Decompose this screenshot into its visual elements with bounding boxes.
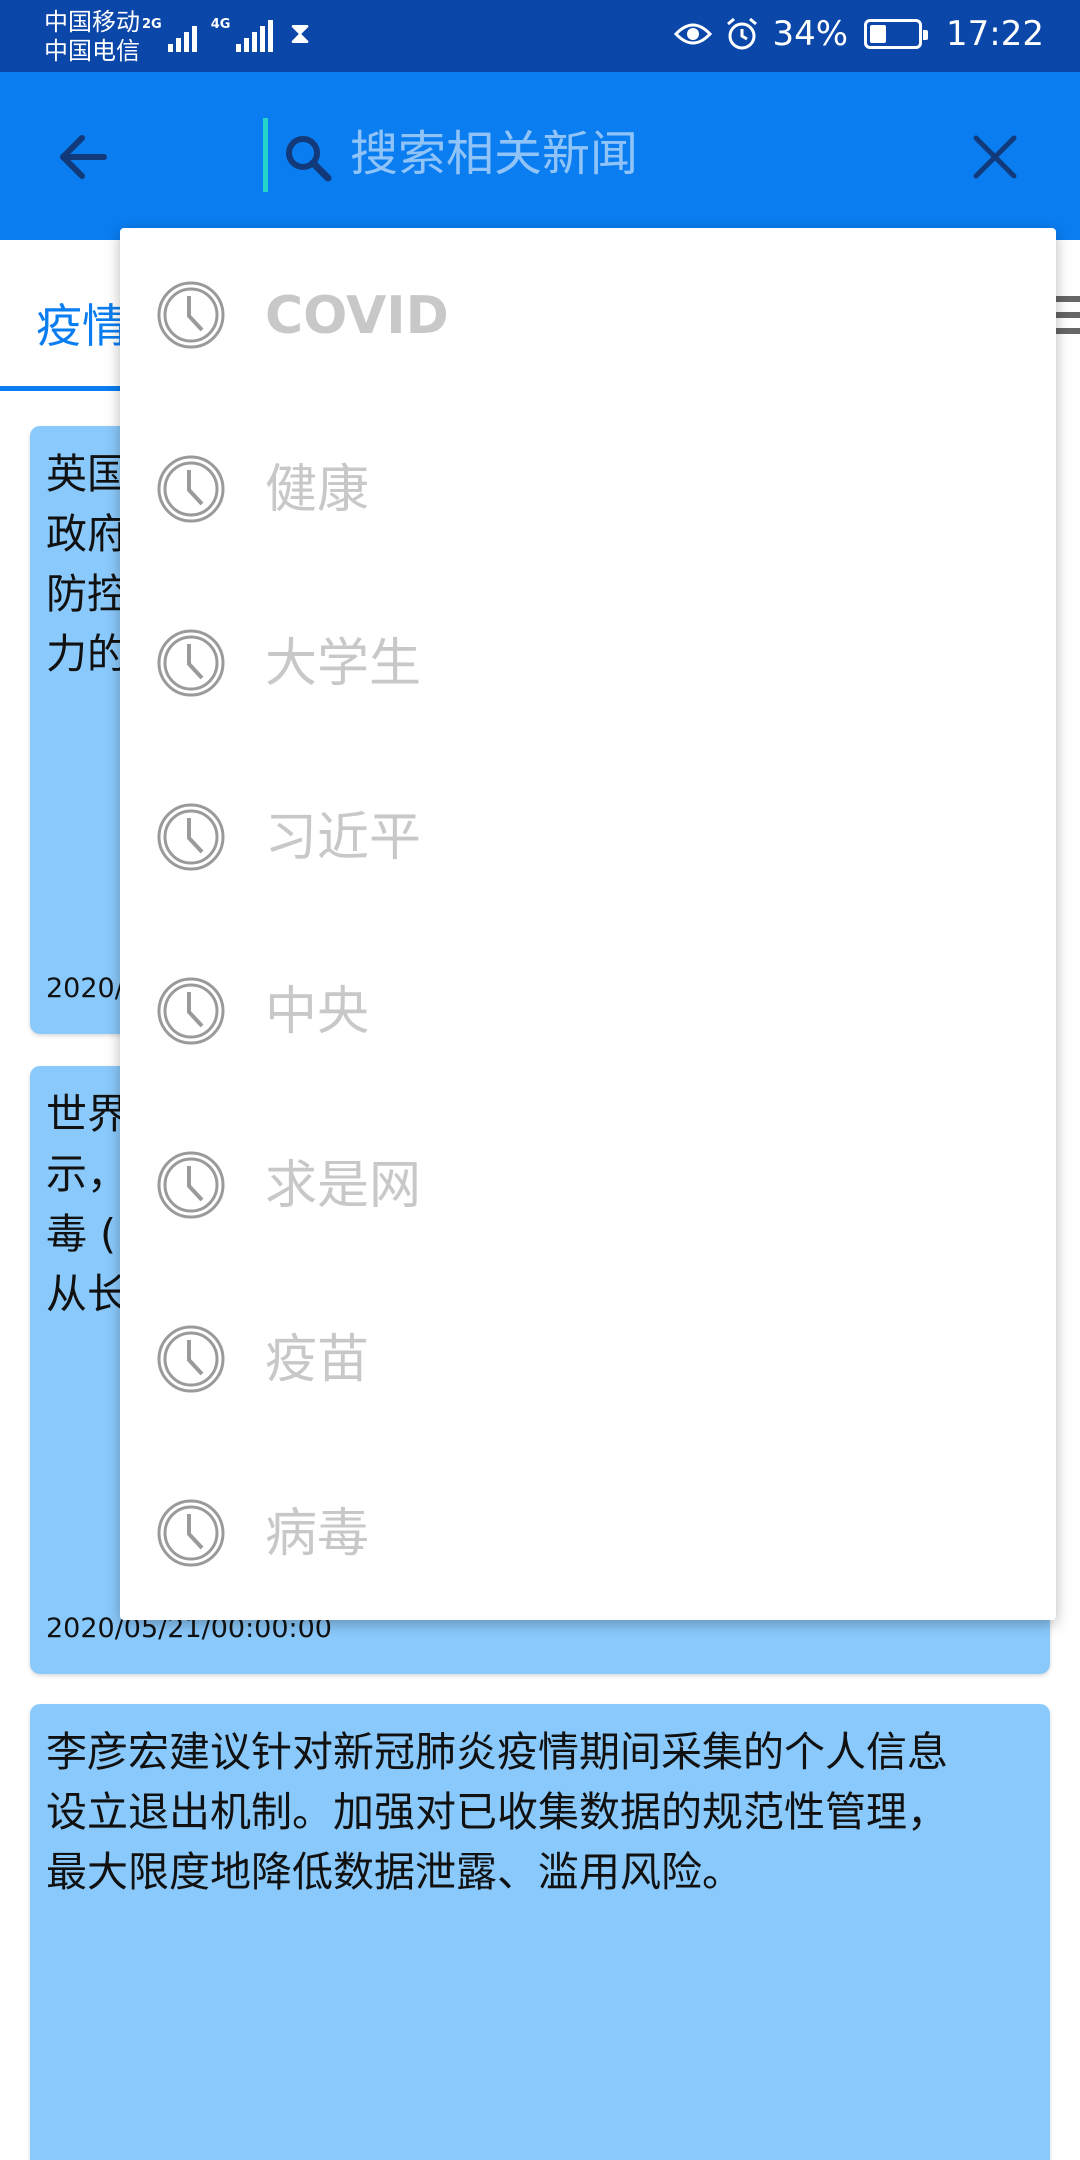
history-clock-icon xyxy=(157,977,225,1045)
eye-icon xyxy=(674,23,713,45)
history-item[interactable]: COVID xyxy=(120,228,1056,402)
back-arrow-icon[interactable] xyxy=(50,122,120,192)
history-item-label: 疫苗 xyxy=(265,1330,370,1390)
history-clock-icon xyxy=(157,1151,225,1219)
search-history-dropdown: COVID 健康 大学生 习近平 中央 求是网 疫苗 病毒 xyxy=(120,228,1056,1620)
history-item[interactable]: 病毒 xyxy=(120,1446,1056,1620)
network-icons: 2G 4G ⧗ xyxy=(142,16,311,52)
search-input[interactable] xyxy=(350,122,950,186)
news-card-date: 2020/ xyxy=(46,973,124,1004)
history-item[interactable]: 习近平 xyxy=(120,750,1056,924)
history-clock-icon xyxy=(157,281,225,349)
alarm-icon xyxy=(727,17,758,50)
menu-icon[interactable] xyxy=(1052,296,1080,336)
screen: 中国移动 中国电信 2G 4G ⧗ 34% 17:22 搜索相关新闻 疫情 英国… xyxy=(0,0,1080,2160)
history-item-label: COVID xyxy=(265,286,449,346)
tab-active[interactable]: 疫情 xyxy=(36,290,128,356)
history-item[interactable]: 健康 xyxy=(120,402,1056,576)
battery-fill xyxy=(870,25,887,43)
news-card-text: 李彦宏建议针对新冠肺炎疫情期间采集的个人信息 设立退出机制。加强对已收集数据的规… xyxy=(46,1728,948,1896)
signal-icon xyxy=(167,18,197,52)
carrier-2: 中国电信 xyxy=(44,37,140,65)
network-type-1: 2G xyxy=(142,17,162,32)
history-item[interactable]: 中央 xyxy=(120,924,1056,1098)
history-clock-icon xyxy=(157,1499,225,1567)
history-item-label: 求是网 xyxy=(265,1156,422,1216)
history-item-label: 习近平 xyxy=(265,808,422,868)
battery-icon xyxy=(864,19,929,49)
history-clock-icon xyxy=(157,1325,225,1393)
clock-time: 17:22 xyxy=(946,14,1044,54)
history-item-label: 病毒 xyxy=(265,1504,370,1564)
status-bar: 中国移动 中国电信 2G 4G ⧗ 34% 17:22 xyxy=(0,0,1080,72)
history-item[interactable]: 疫苗 xyxy=(120,1272,1056,1446)
history-item-label: 中央 xyxy=(265,982,370,1042)
history-item[interactable]: 求是网 xyxy=(120,1098,1056,1272)
carrier-1: 中国移动 xyxy=(44,8,140,36)
status-right: 34% 17:22 xyxy=(674,14,1044,54)
history-clock-icon xyxy=(157,629,225,697)
history-item-label: 健康 xyxy=(265,460,370,520)
history-clock-icon xyxy=(157,803,225,871)
history-item-label: 大学生 xyxy=(265,634,422,694)
carrier-info: 中国移动 中国电信 xyxy=(44,8,140,66)
network-type-2: 4G xyxy=(210,17,231,32)
close-icon[interactable] xyxy=(968,130,1022,184)
history-item[interactable]: 大学生 xyxy=(120,576,1056,750)
search-icon xyxy=(286,136,332,182)
history-clock-icon xyxy=(157,455,225,523)
news-card[interactable]: 李彦宏建议针对新冠肺炎疫情期间采集的个人信息 设立退出机制。加强对已收集数据的规… xyxy=(30,1704,1050,2160)
signal-icon xyxy=(236,18,274,52)
text-cursor xyxy=(263,118,268,192)
battery-percent: 34% xyxy=(772,14,849,54)
hourglass-icon: ⧗ xyxy=(289,16,311,51)
search-app-bar xyxy=(0,72,1080,240)
